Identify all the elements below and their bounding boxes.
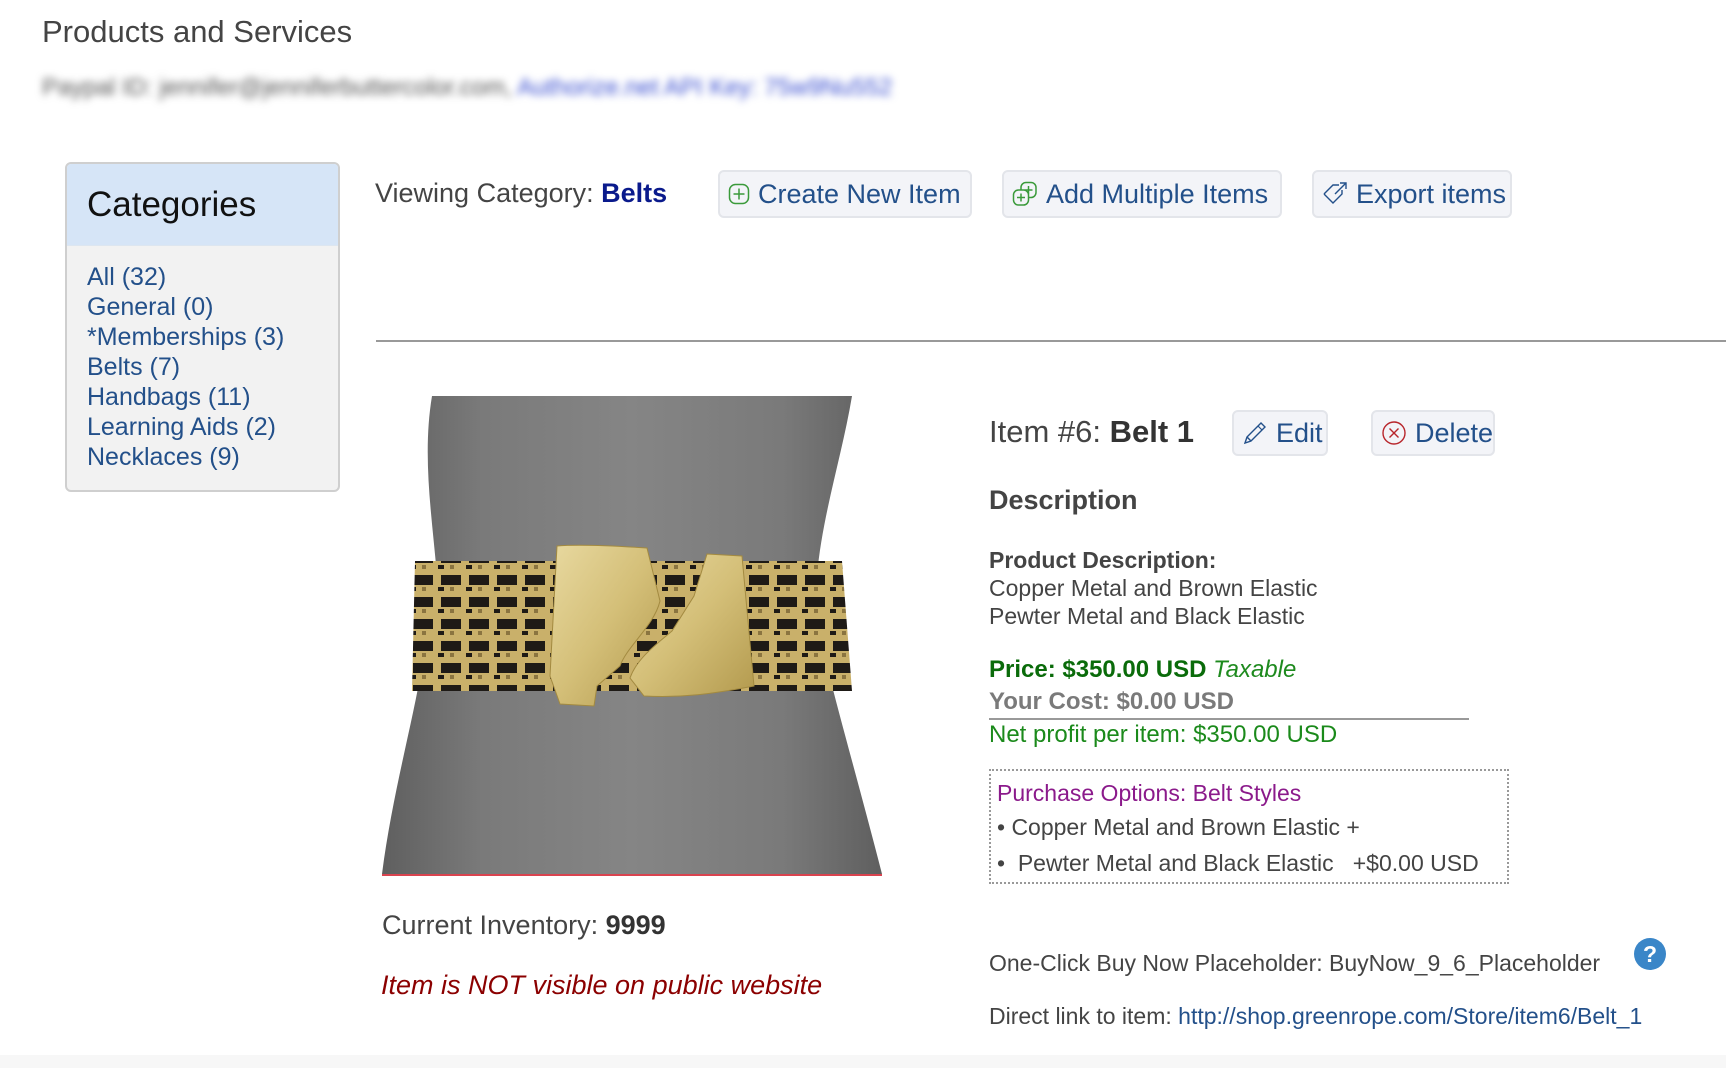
api-key-blurred: Authorize.net API Key: 75w9Nu552 xyxy=(517,74,893,101)
edit-button[interactable]: Edit xyxy=(1232,410,1328,456)
account-info-blurred: Paypal ID: jennifer@jenniferbuttercolor.… xyxy=(42,74,892,102)
price: Price: $350.00 USD Taxable xyxy=(989,656,1296,684)
delete-label: Delete xyxy=(1415,417,1494,448)
export-tag-icon xyxy=(1323,182,1347,204)
create-new-item-label: Create New Item xyxy=(758,178,961,209)
viewing-category-value: Belts xyxy=(601,178,668,208)
cost-divider xyxy=(989,718,1469,720)
item-title: Item #6: Belt 1 xyxy=(989,414,1194,450)
description-heading: Description xyxy=(989,485,1138,515)
product-image xyxy=(382,396,882,876)
taxable-flag: Taxable xyxy=(1213,656,1297,683)
section-divider xyxy=(376,340,1726,342)
category-learning-aids[interactable]: Learning Aids (2) xyxy=(87,412,318,442)
price-value: Price: $350.00 USD xyxy=(989,656,1207,683)
export-items-label: Export items xyxy=(1356,178,1507,209)
inventory-label: Current Inventory: xyxy=(382,910,599,940)
viewing-category: Viewing Category: Belts xyxy=(375,178,667,209)
visibility-notice: Item is NOT visible on public website xyxy=(381,970,823,1000)
current-inventory: Current Inventory: 9999 xyxy=(382,910,666,941)
item-name: Belt 1 xyxy=(1109,414,1195,449)
multiple-plus-icon xyxy=(1012,181,1037,206)
category-all[interactable]: All (32) xyxy=(87,262,318,292)
inventory-value: 9999 xyxy=(605,910,666,940)
categories-panel: Categories All (32) General (0) *Members… xyxy=(65,162,340,492)
export-items-button[interactable]: Export items xyxy=(1312,170,1512,218)
help-question-icon[interactable]: ? xyxy=(1634,938,1666,970)
product-description-label: Product Description: xyxy=(989,547,1217,573)
category-general[interactable]: General (0) xyxy=(87,292,318,322)
add-multiple-items-button[interactable]: Add Multiple Items xyxy=(1002,170,1282,218)
category-belts[interactable]: Belts (7) xyxy=(87,352,318,382)
add-multiple-items-label: Add Multiple Items xyxy=(1046,178,1269,209)
description-line: Copper Metal and Brown Elastic xyxy=(989,575,1318,601)
direct-link-url[interactable]: http://shop.greenrope.com/Store/item6/Be… xyxy=(1178,1003,1642,1029)
purchase-options-box: Purchase Options: Belt Styles • Copper M… xyxy=(989,769,1509,884)
your-cost: Your Cost: $0.00 USD xyxy=(989,688,1234,715)
create-new-item-button[interactable]: Create New Item xyxy=(718,170,972,218)
delete-button[interactable]: Delete xyxy=(1371,410,1495,456)
category-memberships[interactable]: *Memberships (3) xyxy=(87,322,318,352)
buy-now-placeholder: One-Click Buy Now Placeholder: BuyNow_9_… xyxy=(989,950,1601,976)
pencil-icon xyxy=(1243,422,1266,445)
category-necklaces[interactable]: Necklaces (9) xyxy=(87,442,318,472)
paypal-id-blurred: Paypal ID: jennifer@jenniferbuttercolor.… xyxy=(42,74,512,101)
edit-label: Edit xyxy=(1276,417,1323,448)
categories-list: All (32) General (0) *Memberships (3) Be… xyxy=(67,246,338,472)
plus-circle-icon xyxy=(728,183,750,205)
item-number: Item #6: xyxy=(989,414,1101,449)
direct-link-label: Direct link to item: xyxy=(989,1003,1172,1029)
delete-circle-x-icon xyxy=(1382,421,1406,445)
purchase-option: • Pewter Metal and Black Elastic +$0.00 … xyxy=(997,850,1479,876)
category-handbags[interactable]: Handbags (11) xyxy=(87,382,318,412)
viewing-category-label: Viewing Category: xyxy=(375,178,594,208)
categories-title: Categories xyxy=(67,164,338,246)
purchase-options-title: Purchase Options: Belt Styles xyxy=(997,780,1302,806)
page-title: Products and Services xyxy=(42,14,353,49)
purchase-option: • Copper Metal and Brown Elastic + xyxy=(997,814,1360,840)
page-footer-band xyxy=(0,1055,1726,1068)
direct-link: Direct link to item: http://shop.greenro… xyxy=(989,1003,1642,1030)
description-line: Pewter Metal and Black Elastic xyxy=(989,603,1305,629)
belt-on-mannequin-image xyxy=(382,396,882,874)
net-profit: Net profit per item: $350.00 USD xyxy=(989,721,1338,748)
